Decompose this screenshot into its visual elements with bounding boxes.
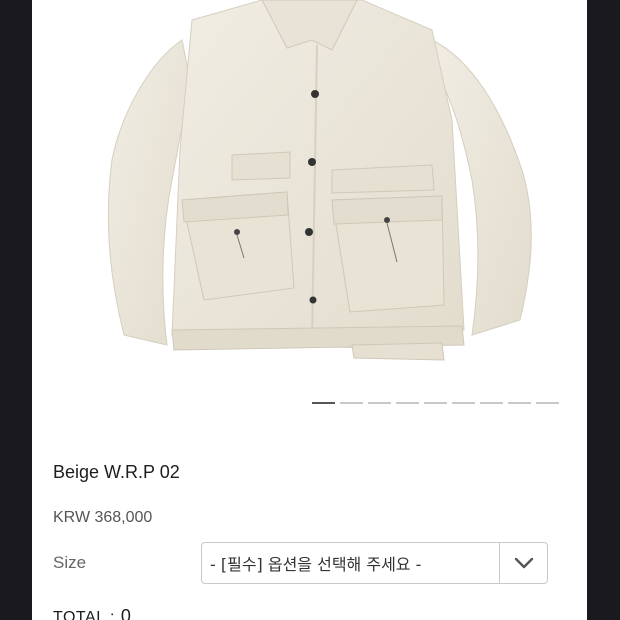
total-value: 0 bbox=[120, 606, 132, 620]
product-price: KRW 368,000 bbox=[53, 509, 153, 526]
carousel-dot[interactable] bbox=[508, 402, 531, 404]
carousel-dot[interactable] bbox=[452, 402, 475, 404]
carousel-indicator bbox=[312, 402, 559, 404]
product-title: Beige W.R.P 02 bbox=[53, 462, 180, 482]
chevron-down-icon bbox=[514, 557, 533, 569]
select-dropdown-button[interactable] bbox=[499, 543, 547, 583]
carousel-dot[interactable] bbox=[368, 402, 391, 404]
carousel-dot[interactable] bbox=[480, 402, 503, 404]
total-row: TOTAL : 0 bbox=[53, 606, 131, 620]
carousel-dot[interactable] bbox=[424, 402, 447, 404]
carousel-dot[interactable] bbox=[312, 402, 335, 404]
size-select[interactable]: - [필수] 옵션을 선택해 주세요 - bbox=[201, 542, 548, 584]
total-label: TOTAL : bbox=[53, 609, 115, 620]
carousel-dot[interactable] bbox=[536, 402, 559, 404]
carousel-dot[interactable] bbox=[396, 402, 419, 404]
product-image[interactable] bbox=[32, 0, 587, 385]
size-label: Size bbox=[53, 553, 87, 572]
carousel-dot[interactable] bbox=[340, 402, 363, 404]
jacket-illustration bbox=[107, 0, 532, 361]
size-select-value: - [필수] 옵션을 선택해 주세요 - bbox=[210, 555, 422, 574]
product-page: Beige W.R.P 02 KRW 368,000 Size - [필수] 옵… bbox=[32, 0, 587, 620]
